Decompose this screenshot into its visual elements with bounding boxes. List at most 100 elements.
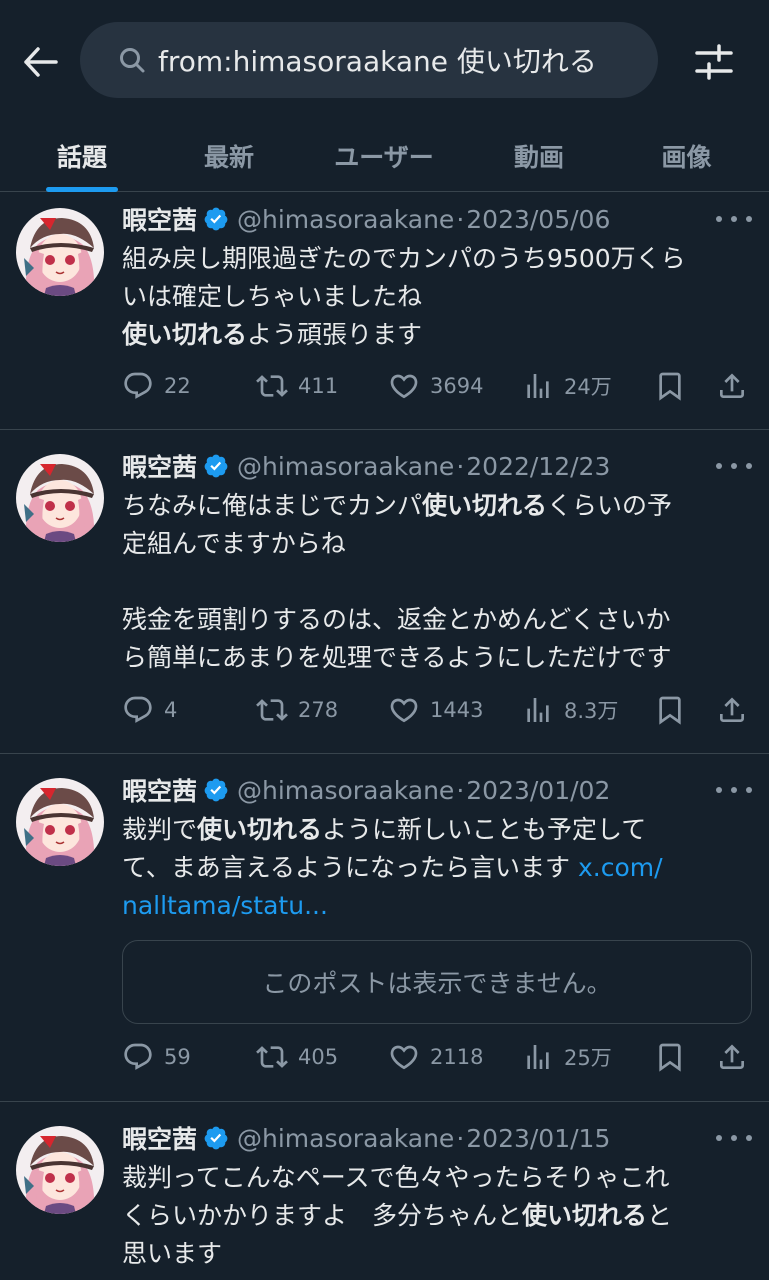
reply-count: 4: [164, 698, 178, 722]
username[interactable]: @himasoraakane: [237, 1124, 454, 1153]
tweet[interactable]: 暇空茜 @himasoraakane · 2023/01/02 裁判で使い切れる…: [0, 754, 769, 1102]
timestamp[interactable]: 2023/01/02: [466, 776, 610, 805]
share-button[interactable]: [716, 1039, 758, 1075]
text-segment: て、まあ言えるようになったら言います: [122, 853, 578, 882]
search-highlight: 使い切れる: [522, 1201, 648, 1230]
share-icon: [716, 1041, 748, 1073]
display-name[interactable]: 暇空茜: [122, 1120, 197, 1156]
tab-images[interactable]: 画像: [604, 120, 769, 192]
separator-dot: ·: [456, 204, 465, 234]
separator-dot: ·: [456, 451, 465, 481]
text-line: ら簡単にあまりを処理できるようにしただけです: [122, 643, 672, 672]
reply-icon: [122, 1041, 154, 1073]
more-options-icon[interactable]: [716, 780, 752, 800]
reply-button[interactable]: 59: [122, 1039, 191, 1075]
views-icon: [522, 1041, 554, 1073]
tweet-link[interactable]: x.com/: [578, 853, 663, 882]
display-name[interactable]: 暇空茜: [122, 448, 197, 484]
tab-top[interactable]: 話題: [0, 120, 164, 192]
search-highlight: 使い切れる: [122, 320, 248, 349]
tab-latest[interactable]: 最新: [164, 120, 294, 192]
avatar[interactable]: [16, 778, 104, 866]
separator-dot: ·: [456, 775, 465, 805]
repost-icon: [256, 1041, 288, 1073]
text-line: くらいかかりますよ 多分ちゃんと使い切れると: [122, 1197, 752, 1235]
tab-videos[interactable]: 動画: [474, 120, 604, 192]
like-icon: [388, 370, 420, 402]
like-button[interactable]: 3694: [388, 368, 483, 404]
search-query: from:himasoraakane 使い切れる: [158, 45, 597, 78]
bookmark-button[interactable]: [654, 1039, 696, 1075]
verified-badge-icon: [203, 453, 229, 479]
text-line: nalltama/statu...: [122, 887, 752, 925]
avatar[interactable]: [16, 208, 104, 296]
tweet-link[interactable]: nalltama/statu...: [122, 891, 328, 920]
repost-button[interactable]: 278: [256, 692, 338, 728]
text-line: 裁判で使い切れるように新しいことも予定して: [122, 811, 752, 849]
text-segment: ちなみに俺はまじでカンパ: [122, 491, 423, 520]
text-line: 使い切れるよう頑張ります: [122, 316, 752, 354]
like-icon: [388, 1041, 420, 1073]
repost-count: 278: [298, 698, 339, 722]
views-button[interactable]: 24万: [522, 368, 612, 404]
verified-badge-icon: [203, 777, 229, 803]
like-count: 2118: [430, 1045, 484, 1069]
repost-button[interactable]: 411: [256, 368, 338, 404]
bookmark-icon: [654, 694, 686, 726]
unavailable-message: このポストは表示できません。: [262, 969, 612, 998]
like-count: 1443: [430, 698, 484, 722]
display-name[interactable]: 暇空茜: [122, 772, 197, 808]
tweet-header: 暇空茜 @himasoraakane · 2022/12/23: [122, 449, 610, 483]
tweet[interactable]: 暇空茜 @himasoraakane · 2022/12/23 ちなみに俺はまじ…: [0, 430, 769, 754]
tweet[interactable]: 暇空茜 @himasoraakane · 2023/01/15 裁判ってこんなペ…: [0, 1102, 769, 1280]
like-button[interactable]: 1443: [388, 692, 483, 728]
like-icon: [388, 694, 420, 726]
username[interactable]: @himasoraakane: [237, 205, 454, 234]
views-icon: [522, 694, 554, 726]
top-bar: from:himasoraakane 使い切れる: [0, 0, 769, 120]
text-line: 裁判ってこんなペースで色々やったらそりゃこれ: [122, 1163, 670, 1192]
text-segment: 裁判で: [122, 815, 198, 844]
avatar[interactable]: [16, 1126, 104, 1214]
display-name[interactable]: 暇空茜: [122, 201, 197, 237]
like-button[interactable]: 2118: [388, 1039, 483, 1075]
repost-button[interactable]: 405: [256, 1039, 338, 1075]
views-button[interactable]: 8.3万: [522, 692, 618, 728]
avatar[interactable]: [16, 454, 104, 542]
search-filter-button[interactable]: [692, 40, 736, 84]
reply-icon: [122, 370, 154, 402]
repost-icon: [256, 694, 288, 726]
quoted-post-unavailable: このポストは表示できません。: [122, 940, 752, 1024]
tweet-text: 裁判で使い切れるように新しいことも予定して て、まあ言えるようになったら言います …: [122, 811, 752, 925]
more-options-icon[interactable]: [716, 1128, 752, 1148]
tweet[interactable]: 暇空茜 @himasoraakane · 2023/05/06 組み戻し期限過ぎ…: [0, 192, 769, 430]
more-options-icon[interactable]: [716, 209, 752, 229]
back-button[interactable]: [18, 40, 62, 84]
timestamp[interactable]: 2023/05/06: [466, 205, 610, 234]
reply-button[interactable]: 22: [122, 368, 191, 404]
bookmark-button[interactable]: [654, 692, 696, 728]
bookmark-button[interactable]: [654, 368, 696, 404]
more-options-icon[interactable]: [716, 456, 752, 476]
tab-label: 画像: [661, 143, 712, 172]
username[interactable]: @himasoraakane: [237, 776, 454, 805]
timestamp[interactable]: 2023/01/15: [466, 1124, 610, 1153]
tweet-actions: 22 411 3694 24万: [122, 368, 752, 404]
share-button[interactable]: [716, 692, 758, 728]
text-line: 思います: [122, 1239, 223, 1268]
share-button[interactable]: [716, 368, 758, 404]
view-count: 24万: [564, 375, 612, 399]
tab-people[interactable]: ユーザー: [294, 120, 474, 192]
username[interactable]: @himasoraakane: [237, 452, 454, 481]
text-segment: ように新しいことも予定して: [322, 815, 647, 844]
text-line: 定組んでますからね: [122, 529, 346, 558]
timestamp[interactable]: 2022/12/23: [466, 452, 610, 481]
reply-button[interactable]: 4: [122, 692, 177, 728]
repost-count: 405: [298, 1045, 339, 1069]
views-icon: [522, 370, 554, 402]
views-button[interactable]: 25万: [522, 1039, 612, 1075]
view-count: 25万: [564, 1046, 612, 1070]
tweet-text: 組み戻し期限過ぎたのでカンパのうち9500万くら いは確定しちゃいましたね 使い切れ…: [122, 240, 752, 354]
search-input[interactable]: from:himasoraakane 使い切れる: [80, 22, 658, 98]
